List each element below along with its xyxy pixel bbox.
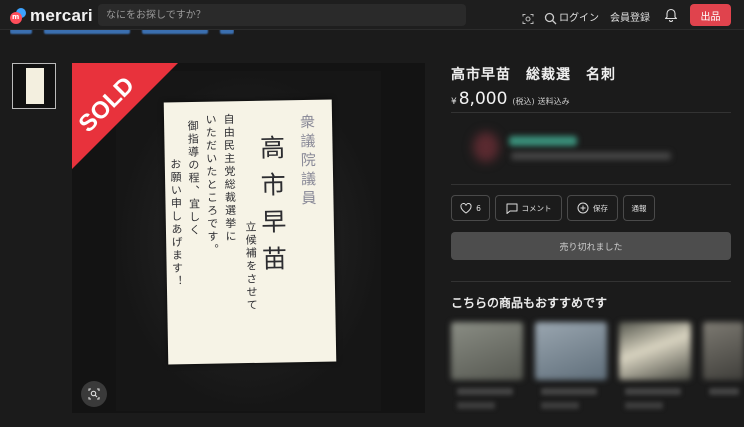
card-message-line: 立候補をさせて: [243, 220, 259, 313]
sold-ribbon: SOLD: [72, 63, 178, 169]
recommend-item-image: [535, 322, 607, 380]
mercari-logo[interactable]: m mercari: [10, 6, 93, 26]
comment-icon: [506, 203, 517, 214]
divider: [451, 281, 731, 282]
recommend-item[interactable]: [535, 322, 607, 414]
divider: [451, 112, 731, 113]
breadcrumb-item[interactable]: [44, 30, 130, 34]
breadcrumb: [10, 30, 234, 38]
like-count: 6: [476, 203, 481, 213]
recommend-item[interactable]: [703, 322, 744, 414]
register-link[interactable]: 会員登録: [610, 9, 650, 24]
recommend-item-text: [625, 388, 681, 395]
recommend-item-text: [709, 388, 739, 395]
save-label: 保存: [593, 203, 608, 213]
save-plus-icon: [577, 202, 589, 214]
card-title: 衆議院議員: [297, 113, 318, 210]
price-amount: 8,000: [458, 89, 508, 109]
search-bar: [98, 4, 557, 26]
report-button[interactable]: 通報: [623, 195, 655, 221]
login-link[interactable]: ログイン: [559, 9, 599, 24]
recommend-item-image: [619, 322, 691, 380]
save-button[interactable]: 保存: [567, 195, 618, 221]
recommend-item[interactable]: [619, 322, 691, 414]
recommend-item[interactable]: [451, 322, 523, 414]
card-message-line: 御指導の程、宜しく: [186, 119, 202, 238]
seller-info-blurred[interactable]: [451, 118, 731, 178]
divider: [451, 184, 731, 185]
sell-button[interactable]: 出品: [690, 4, 731, 26]
logo-text: mercari: [30, 6, 93, 25]
seller-meta: [511, 152, 671, 160]
recommend-item-text: [457, 402, 495, 409]
report-label: 通報: [631, 203, 647, 213]
price-symbol: ¥: [451, 97, 457, 107]
seller-avatar: [473, 132, 499, 162]
recommend-item-text: [625, 402, 663, 409]
mercari-logo-icon: m: [10, 8, 26, 24]
header: m mercari ログイン 会員登録 出品: [0, 0, 744, 30]
card-message-line: いただいたところです。: [203, 113, 220, 257]
breadcrumb-item[interactable]: [10, 30, 32, 34]
product-image[interactable]: 衆議院議員 高市早苗 自由民主党総裁選挙に 立候補をさせて いただいたところです…: [72, 63, 425, 413]
heart-icon: [460, 202, 472, 214]
breadcrumb-item[interactable]: [142, 30, 208, 34]
product-title: 高市早苗 総裁選 名刺: [451, 67, 616, 83]
card-message-line: お願い申しあげます！: [168, 158, 184, 289]
recommend-item-text: [541, 402, 579, 409]
zoom-button[interactable]: [81, 381, 107, 407]
seller-name: [509, 136, 577, 146]
breadcrumb-item[interactable]: [220, 30, 234, 34]
card-message-line: 自由民主党総裁選挙に: [221, 113, 238, 244]
sold-out-button[interactable]: 売り切れました: [451, 232, 731, 260]
recommend-heading: こちらの商品もおすすめです: [451, 296, 608, 310]
tax-note: (税込): [512, 97, 535, 106]
price-block: ¥ 8,000 (税込) 送料込み: [451, 89, 570, 109]
camera-search-icon[interactable]: [522, 13, 534, 25]
scan-zoom-icon: [88, 388, 100, 400]
bell-icon[interactable]: [664, 7, 678, 22]
like-button[interactable]: 6: [451, 195, 490, 221]
business-card-image: 衆議院議員 高市早苗 自由民主党総裁選挙に 立候補をさせて いただいたところです…: [163, 99, 337, 365]
thumbnail-card-image: [26, 68, 44, 104]
shipping-note: 送料込み: [537, 97, 570, 106]
search-icon[interactable]: [544, 12, 557, 25]
recommend-item-text: [457, 388, 513, 395]
image-thumbnail[interactable]: [12, 63, 56, 109]
recommend-item-image: [703, 322, 744, 380]
comment-button[interactable]: コメント: [495, 195, 562, 221]
recommend-item-text: [541, 388, 597, 395]
recommend-item-image: [451, 322, 523, 380]
action-row: 6 コメント 保存 通報: [451, 195, 655, 221]
comment-label: コメント: [521, 203, 552, 213]
search-input[interactable]: [106, 4, 406, 26]
